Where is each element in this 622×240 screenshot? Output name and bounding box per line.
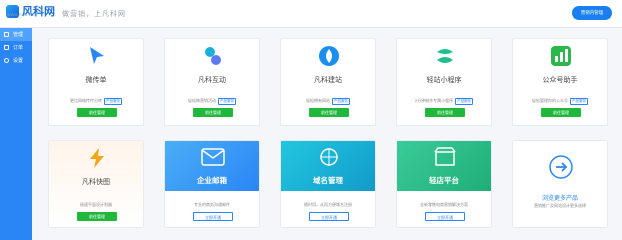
sidebar-item-label: 管理 [13, 32, 24, 38]
bolt-icon [85, 146, 109, 170]
arrow-right-icon [549, 155, 573, 179]
product-card-qingzhan[interactable]: 轻站小程序 2分钟制作专属小程序 产品服务 前往管理 [396, 38, 492, 126]
product-title: 轻店平台 [429, 176, 459, 185]
product-desc: 全新零售电商营销解决方案 [420, 202, 468, 207]
product-title: 公众号助手 [542, 77, 578, 84]
product-card-hudong[interactable]: 凡科互动 轻松做营销活动 产品服务 前往管理 [164, 38, 260, 126]
product-card-jianzhan[interactable]: 凡科建站 轻松拥有网站 产品服务 前往管理 [280, 38, 376, 126]
top-manage-button[interactable]: 营销内管理 [572, 6, 612, 20]
product-banner: 企业邮箱 [165, 141, 259, 191]
logo-subtitle: WWW.FKW.COM [7, 13, 38, 17]
manage-button[interactable]: 前往管理 [425, 108, 465, 117]
slogan: 做营销，上凡科网 [62, 10, 126, 18]
product-desc: 轻松拥有网站 产品服务 [306, 98, 350, 105]
more-products-title: 浏览更多产品 [541, 196, 578, 202]
manage-button[interactable]: 前往管理 [193, 108, 233, 117]
product-card-weichuandan[interactable]: 微传单 更比网络传传分转 产品服务 前往管理 [48, 38, 144, 126]
gear-icon [4, 58, 9, 63]
product-title: 凡科快图 [82, 179, 110, 186]
product-desc: 专业的商务沟通邮件 [194, 202, 230, 207]
manage-button[interactable]: 前往管理 [541, 108, 581, 117]
product-desc: 轻松做营销活动 产品服务 [188, 98, 236, 105]
more-products-card[interactable]: 浏览更多产品 营销推广及网站设计更多选择 [512, 140, 608, 228]
product-desc: 极速平面设计利器 [80, 202, 112, 207]
sidebar: 管理 订单 设置 [0, 28, 32, 240]
product-title: 凡科互动 [198, 77, 226, 84]
interaction-icon [201, 44, 225, 68]
sidebar-item-label: 设置 [13, 58, 24, 64]
manage-button[interactable]: 前往管理 [77, 212, 117, 221]
shop-icon [434, 147, 456, 166]
product-desc: 营销推广及网站设计更多选择 [534, 203, 586, 208]
mail-icon [201, 148, 225, 166]
product-desc: 随时用，从而方便域名注册 [304, 202, 352, 207]
product-title: 轻站小程序 [426, 77, 462, 84]
domain-icon [320, 148, 338, 166]
product-card-mail[interactable]: 企业邮箱 专业的商务沟通邮件 立即开通 [164, 140, 260, 228]
product-desc: 更比网络传传分转 产品服务 [70, 98, 122, 105]
product-card-gongzhonghao[interactable]: 公众号助手 轻松管理你的公众号 产品服务 前往管理 [512, 38, 608, 126]
open-button[interactable]: 立即开通 [193, 212, 233, 221]
sidebar-item-orders[interactable]: 订单 [0, 41, 32, 54]
product-title: 凡科建站 [314, 77, 342, 84]
product-desc: 2分钟制作专属小程序 产品服务 [414, 98, 474, 105]
open-button[interactable]: 立即开通 [309, 212, 349, 221]
product-card-shop[interactable]: 轻店平台 全新零售电商营销解决方案 立即开通 [396, 140, 492, 228]
product-tag: 产品服务 [332, 98, 350, 105]
product-banner: 域名管理 [281, 141, 375, 191]
product-title: 微传单 [85, 77, 107, 84]
product-tag: 产品服务 [104, 98, 122, 105]
grid-icon [4, 32, 9, 37]
chart-icon [549, 44, 573, 68]
product-tag: 产品服务 [570, 98, 588, 105]
manage-button[interactable]: 前往管理 [309, 108, 349, 117]
product-tag: 产品服务 [455, 98, 474, 105]
sidebar-item-manage[interactable]: 管理 [0, 28, 32, 41]
product-title: 企业邮箱 [197, 176, 227, 185]
cursor-icon [85, 44, 109, 68]
product-card-domain[interactable]: 域名管理 随时用，从而方便域名注册 立即开通 [280, 140, 376, 228]
sidebar-item-label: 订单 [13, 45, 24, 51]
top-bar: 风科网 WWW.FKW.COM 做营销，上凡科网 营销内管理 [0, 0, 622, 28]
sidebar-item-settings[interactable]: 设置 [0, 54, 32, 67]
product-tag: 产品服务 [218, 98, 236, 105]
open-button[interactable]: 立即开通 [425, 212, 465, 221]
manage-button[interactable]: 前往管理 [77, 108, 117, 117]
product-card-kuaitu[interactable]: 凡科快图 极速平面设计利器 前往管理 [48, 140, 144, 228]
product-banner: 轻店平台 [397, 141, 491, 191]
order-icon [4, 45, 9, 50]
product-desc: 轻松管理你的公众号 产品服务 [532, 98, 588, 105]
product-title: 域名管理 [313, 176, 343, 185]
miniprogram-icon [433, 44, 457, 68]
site-icon [317, 44, 341, 68]
